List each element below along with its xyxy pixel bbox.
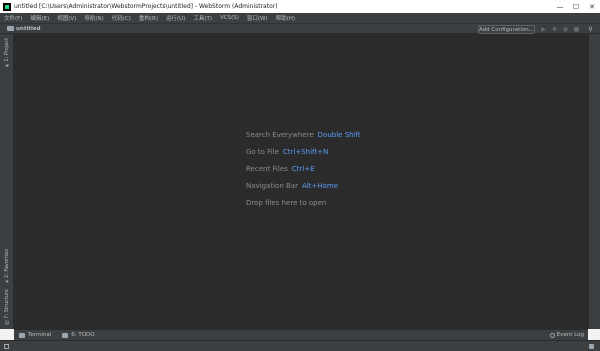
hint-label: Go to File [246, 148, 279, 156]
ide-window: untitled [C:\Users\Administrator\Webstor… [0, 0, 600, 351]
minimize-button[interactable]: — [552, 0, 568, 13]
stop-icon[interactable]: ■ [573, 26, 580, 33]
todo-icon [62, 332, 69, 338]
bottom-tool-bar: Terminal 6: TODO Event Log [14, 329, 588, 340]
menu-view[interactable]: 视图(V) [57, 14, 76, 22]
hint-navigation-bar: Navigation Bar Alt+Home [246, 182, 338, 190]
project-tool-label: 1: Project [4, 38, 10, 62]
hint-label: Recent Files [246, 165, 288, 173]
hint-label: Search Everywhere [246, 131, 314, 139]
hint-label: Drop files here to open [246, 199, 327, 207]
status-bar [0, 340, 600, 351]
breadcrumb[interactable]: untitled [7, 26, 41, 32]
favorites-tool-button[interactable]: 2: Favorites ★ [0, 249, 14, 285]
event-log-icon [549, 332, 555, 338]
structure-icon: ▤ [4, 319, 10, 326]
window-title: untitled [C:\Users\Administrator\Webstor… [14, 3, 278, 10]
menu-help[interactable]: 帮助(H) [276, 14, 295, 22]
menu-edit[interactable]: 编辑(E) [30, 14, 49, 22]
close-button[interactable]: ✕ [584, 0, 600, 13]
hint-shortcut: Ctrl+E [291, 165, 315, 173]
menu-bar: 文件(F) 编辑(E) 视图(V) 导航(N) 代码(C) 重构(R) 运行(U… [0, 13, 600, 23]
menu-run[interactable]: 运行(U) [166, 14, 185, 22]
tool-windows-toggle-icon[interactable] [4, 344, 9, 349]
project-tool-button[interactable]: 1: Project ▰ [0, 38, 14, 69]
event-log-label: Event Log [556, 332, 584, 338]
editor-empty-area[interactable]: Search Everywhere Double Shift Go to File… [14, 34, 588, 329]
run-icon[interactable]: ▶ [540, 26, 547, 33]
hint-drop-files: Drop files here to open [246, 199, 326, 207]
terminal-icon [19, 332, 25, 338]
hint-shortcut: Alt+Home [301, 182, 338, 190]
webstorm-logo-icon [3, 2, 11, 11]
hint-shortcut: Ctrl+Shift+N [282, 148, 329, 156]
title-bar: untitled [C:\Users\Administrator\Webstor… [0, 0, 600, 13]
coverage-icon[interactable]: ◉ [562, 26, 569, 33]
menu-file[interactable]: 文件(F) [4, 14, 22, 22]
maximize-button[interactable]: ☐ [568, 0, 584, 13]
hint-search-everywhere: Search Everywhere Double Shift [246, 131, 361, 139]
search-icon[interactable]: ⚲ [587, 26, 594, 33]
hint-shortcut: Double Shift [317, 131, 361, 139]
terminal-tool-button[interactable]: Terminal [19, 332, 51, 338]
event-log-button[interactable]: Event Log [549, 332, 584, 338]
structure-tool-label: 7: Structure [4, 289, 10, 319]
project-folder-icon: ▰ [5, 62, 9, 69]
git-status-icon [589, 344, 594, 349]
hint-label: Navigation Bar [246, 182, 298, 190]
folder-icon [7, 26, 14, 31]
right-tool-stripe [588, 34, 600, 329]
structure-tool-button[interactable]: 7: Structure ▤ [0, 289, 14, 326]
hint-recent-files: Recent Files Ctrl+E [246, 165, 315, 173]
navigation-bar: untitled Add Configuration... ▶ ✱ ◉ ■ ⚲ [0, 23, 600, 34]
add-configuration-button[interactable]: Add Configuration... [478, 25, 535, 34]
todo-label: 6: TODO [71, 332, 95, 338]
menu-refactor[interactable]: 重构(R) [139, 14, 158, 22]
left-tool-stripe: 1: Project ▰ 2: Favorites ★ 7: Structure… [0, 34, 14, 329]
menu-tools[interactable]: 工具(T) [193, 14, 212, 22]
debug-icon[interactable]: ✱ [551, 26, 558, 33]
window-controls: — ☐ ✕ [552, 0, 600, 13]
menu-code[interactable]: 代码(C) [112, 14, 131, 22]
menu-window[interactable]: 窗口(W) [247, 14, 268, 22]
menu-vcs[interactable]: VCS(S) [220, 15, 239, 21]
favorites-tool-label: 2: Favorites [4, 249, 10, 279]
hint-go-to-file: Go to File Ctrl+Shift+N [246, 148, 328, 156]
star-icon: ★ [4, 279, 10, 286]
menu-navigate[interactable]: 导航(N) [84, 14, 103, 22]
project-name: untitled [16, 25, 41, 32]
todo-tool-button[interactable]: 6: TODO [62, 332, 95, 338]
terminal-label: Terminal [28, 332, 52, 338]
